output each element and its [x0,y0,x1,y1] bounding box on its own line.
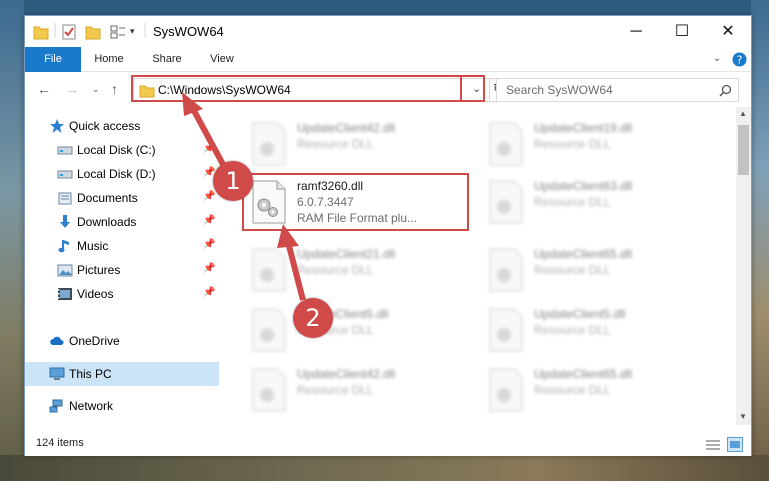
annotation-arrows [182,92,306,301]
arrow-to-address-bar [189,105,229,172]
arrow-to-file [285,241,306,301]
step-1-badge: 1 [213,161,253,201]
arrow-head-file [277,224,299,248]
arrow-head-address-bar [182,92,203,116]
step-2-badge: 2 [293,298,333,338]
